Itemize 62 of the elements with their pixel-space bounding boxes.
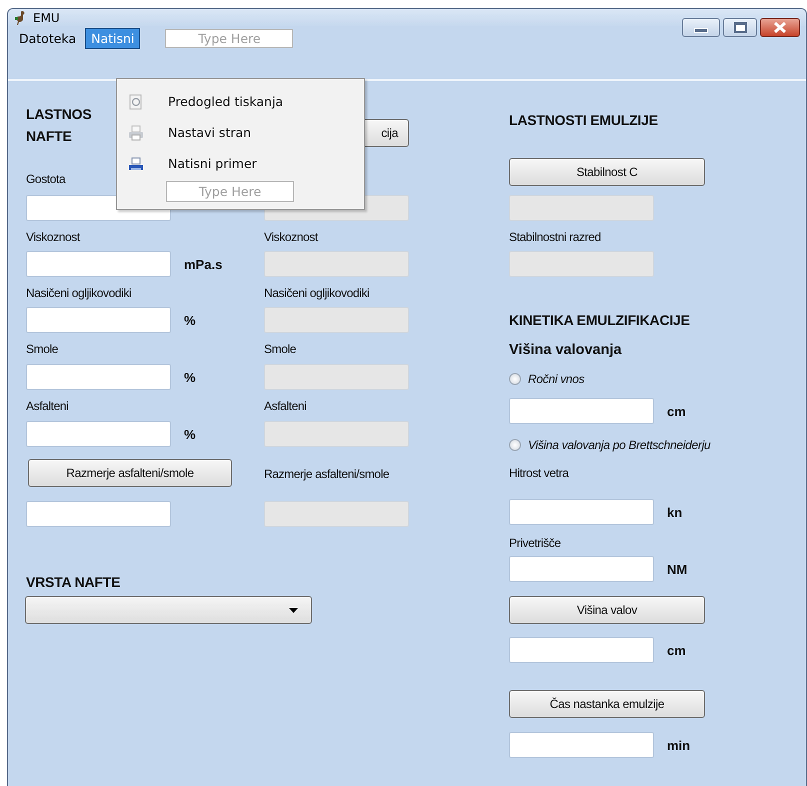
radio-button[interactable] (509, 373, 521, 385)
field-label: Privetrišče (509, 535, 561, 551)
field-label: Stabilnostni razred (509, 229, 601, 245)
menu-entry[interactable]: Predogled tiskanja (117, 86, 364, 117)
input-field[interactable] (26, 307, 171, 333)
subsection-heading: Višina valovanja (509, 341, 622, 360)
maximize-button[interactable] (723, 18, 757, 37)
unit-label: cm (667, 642, 686, 658)
field-label: Viskoznost (264, 229, 318, 245)
input-field[interactable] (509, 499, 654, 525)
action-button[interactable]: Čas nastanka emulzije (509, 690, 705, 718)
unit-label: cm (667, 404, 686, 418)
field-label: Asfalteni (26, 398, 68, 414)
field-label: Razmerje asfalteni/smole (264, 466, 390, 482)
unit-label: % (184, 312, 196, 328)
action-button[interactable]: Stabilnost C (509, 158, 705, 186)
radio-button[interactable] (509, 439, 521, 451)
unit-label: NM (667, 562, 688, 576)
input-field[interactable] (509, 398, 654, 424)
minimize-button[interactable] (682, 18, 720, 37)
input-field[interactable] (26, 251, 171, 277)
unit-label: mPa.s (184, 256, 222, 272)
menu-item[interactable]: Datoteka (13, 28, 82, 48)
input-field[interactable] (509, 732, 654, 758)
input-field[interactable] (26, 364, 171, 390)
radio-option[interactable]: Višina valovanja po Brettschneiderju (509, 436, 710, 454)
maximize-icon (734, 22, 746, 33)
input-field[interactable] (509, 556, 654, 582)
field-label: Viskoznost (26, 229, 80, 245)
window-title: EMU (33, 10, 60, 24)
section-heading: LASTNOSTI EMULZIJE (509, 111, 658, 130)
field-label: Gostota (26, 171, 66, 187)
caret-icon (289, 608, 298, 613)
magnifier-icon (128, 94, 144, 110)
field-label: Nasičeni ogljikovodiki (26, 285, 132, 301)
action-button[interactable]: Razmerje asfalteni/smole (28, 459, 232, 487)
action-button[interactable]: Višina valov (509, 596, 705, 624)
input-field[interactable] (26, 501, 171, 527)
unit-label: % (184, 426, 196, 442)
section-heading: LASTNOS NAFTE (26, 105, 92, 146)
printer-icon (128, 156, 144, 172)
unit-label: % (184, 370, 196, 384)
field-label: Nasičeni ogljikovodiki (264, 285, 370, 301)
unit-label: kn (667, 504, 682, 520)
close-icon (773, 22, 787, 33)
app-icon (15, 10, 27, 25)
field-label: Smole (264, 341, 296, 357)
section-heading: KINETIKA EMULZIFIKACIJE (509, 311, 690, 330)
unit-label: min (667, 738, 690, 752)
field-label: Smole (26, 341, 58, 357)
input-field[interactable] (26, 421, 171, 447)
field-label: Asfalteni (264, 398, 306, 414)
dropdown-field[interactable] (25, 596, 312, 624)
radio-option[interactable]: Ročni vnos (509, 370, 584, 388)
menu-entry[interactable]: Nastavi stran (117, 117, 364, 148)
menu-entry[interactable]: Natisni primer (117, 148, 364, 179)
input-field[interactable] (509, 637, 654, 663)
close-button[interactable] (760, 18, 800, 37)
printer-icon (128, 124, 144, 140)
field-label: Hitrost vetra (509, 465, 568, 481)
minimize-icon (694, 28, 708, 33)
section-heading: VRSTA NAFTE (26, 573, 120, 592)
